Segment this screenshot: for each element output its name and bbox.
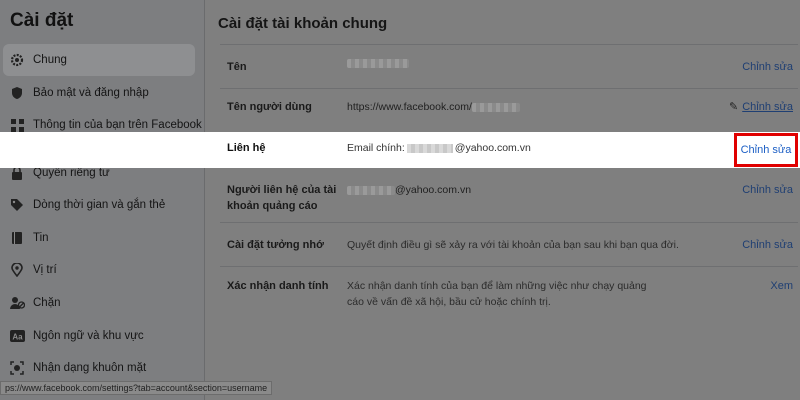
gear-icon — [9, 52, 25, 68]
svg-text:Aa: Aa — [12, 333, 23, 342]
sidebar-item-location[interactable]: Vị trí — [3, 254, 195, 286]
edit-username-link[interactable]: ✎ Chỉnh sửa — [729, 99, 793, 115]
view-identity-link[interactable]: Xem — [770, 278, 793, 294]
setting-row-memorialization: Cài đặt tưởng nhớ Quyết định điều gì sẽ … — [220, 222, 798, 266]
sidebar-item-label: Chặn — [33, 297, 61, 309]
setting-value: Quyết định điều gì sẽ xảy ra với tài kho… — [347, 239, 679, 251]
sidebar-item-label: Ngôn ngữ và khu vực — [33, 330, 144, 342]
tag-icon — [9, 197, 25, 213]
sidebar-item-language-region[interactable]: Aa Ngôn ngữ và khu vực — [3, 320, 195, 352]
setting-row-ad-contact: Người liên hệ của tài khoản quảng cáo @y… — [220, 168, 798, 222]
setting-label: Người liên hệ của tài khoản quảng cáo — [227, 182, 336, 214]
pencil-icon: ✎ — [729, 101, 739, 113]
sidebar-item-label: Dòng thời gian và gắn thẻ — [33, 199, 166, 211]
sidebar-item-blocking[interactable]: Chặn — [3, 287, 195, 319]
setting-label: Tên — [227, 61, 247, 73]
sidebar-item-label: Bảo mật và đăng nhập — [33, 87, 149, 99]
sidebar-title: Cài đặt — [10, 10, 74, 31]
sidebar-item-label: Chung — [33, 54, 67, 66]
username-url: https://www.facebook.com/ — [347, 101, 472, 113]
setting-label-line1: Người liên hệ của tài — [227, 184, 337, 196]
setting-value — [347, 59, 409, 68]
setting-row-contact: Liên hệ Email chính: @yahoo.com.vn — [0, 132, 800, 168]
edit-username-label: Chỉnh sửa — [742, 101, 793, 113]
sidebar-item-label: Nhận dạng khuôn mặt — [33, 362, 147, 374]
face-icon — [9, 360, 25, 376]
settings-sidebar: Cài đặt Chung Bảo mật và đăng nhập Thông… — [0, 0, 205, 400]
sidebar-item-label: Vị trí — [33, 264, 57, 276]
setting-label: Liên hệ — [227, 142, 266, 154]
sidebar-item-security[interactable]: Bảo mật và đăng nhập — [3, 77, 195, 109]
identity-desc-line1: Xác nhận danh tính của bạn để làm những … — [347, 280, 647, 292]
identity-desc-line2: cáo về vấn đề xã hội, bầu cử hoặc chính … — [347, 296, 551, 308]
setting-value: https://www.facebook.com/ — [347, 99, 520, 115]
setting-label: Tên người dùng — [227, 101, 312, 113]
ad-contact-email: @yahoo.com.vn — [395, 184, 472, 196]
redacted-text — [406, 143, 453, 153]
settings-main-panel: Cài đặt tài khoản chung Tên Chỉnh sửa Tê… — [205, 0, 800, 400]
setting-row-identity: Xác nhận danh tính Xác nhận danh tính củ… — [220, 266, 798, 326]
edit-contact-label: Chỉnh sửa — [740, 144, 792, 156]
setting-row-username: Tên người dùng https://www.facebook.com/… — [220, 88, 798, 132]
setting-value: @yahoo.com.vn — [347, 182, 471, 198]
edit-ad-contact-link[interactable]: Chỉnh sửa — [742, 182, 793, 198]
shield-icon — [9, 85, 25, 101]
browser-status-bar-url: ps://www.facebook.com/settings?tab=accou… — [0, 381, 273, 395]
redacted-text — [471, 102, 520, 112]
edit-memorialization-link[interactable]: Chỉnh sửa — [742, 237, 793, 253]
sidebar-item-general[interactable]: Chung — [3, 44, 195, 76]
user-block-icon — [9, 295, 25, 311]
edit-name-link[interactable]: Chỉnh sửa — [742, 59, 793, 75]
sidebar-item-stories[interactable]: Tin — [3, 222, 195, 254]
setting-value: Xác nhận danh tính của bạn để làm những … — [347, 278, 647, 310]
sidebar-item-face-recognition[interactable]: Nhận dạng khuôn mặt — [3, 352, 195, 384]
setting-label: Xác nhận danh tính — [227, 280, 329, 292]
setting-row-name: Tên Chỉnh sửa — [220, 44, 798, 88]
sidebar-item-label: Tin — [33, 232, 49, 244]
sidebar-item-label: Thông tin của bạn trên Facebook — [33, 119, 202, 131]
edit-contact-link[interactable]: Chỉnh sửa — [734, 133, 798, 167]
setting-label: Cài đặt tưởng nhớ — [227, 239, 324, 251]
page-title: Cài đặt tài khoản chung — [218, 15, 388, 32]
book-icon — [9, 230, 25, 246]
sidebar-item-label: Quyền riêng tư — [33, 167, 110, 179]
language-icon: Aa — [9, 328, 25, 344]
redacted-text — [347, 185, 395, 195]
sidebar-item-timeline-tagging[interactable]: Dòng thời gian và gắn thẻ — [3, 189, 195, 221]
location-pin-icon — [9, 262, 25, 278]
grid-icon — [9, 117, 25, 133]
redacted-text — [347, 59, 409, 68]
primary-email-prefix: Email chính: — [347, 142, 405, 154]
setting-value: Email chính: @yahoo.com.vn — [347, 142, 531, 154]
primary-email-domain: @yahoo.com.vn — [454, 142, 531, 154]
setting-label-line2: khoản quảng cáo — [227, 200, 318, 212]
